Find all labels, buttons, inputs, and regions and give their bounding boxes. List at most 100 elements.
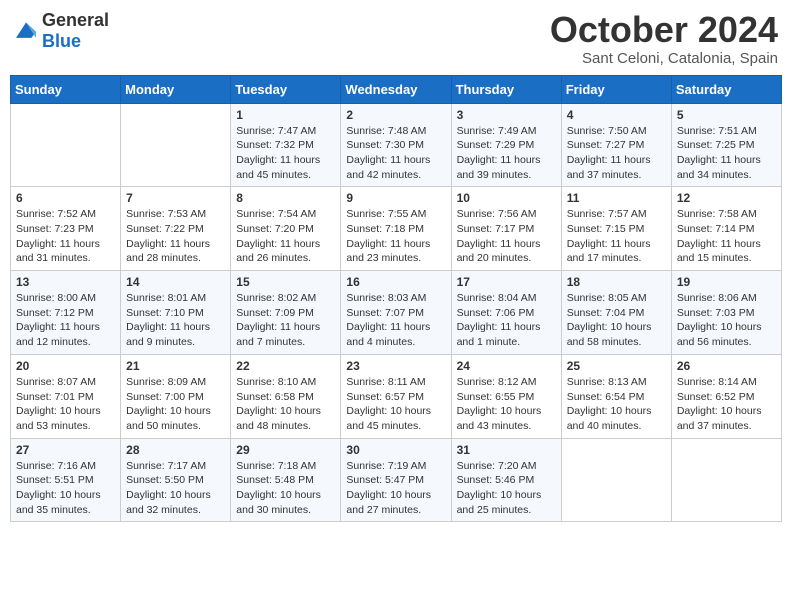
- day-info: Sunrise: 7:57 AMSunset: 7:15 PMDaylight:…: [567, 207, 666, 266]
- calendar-cell: 4 Sunrise: 7:50 AMSunset: 7:27 PMDaylight…: [561, 103, 671, 187]
- day-number: 31: [457, 443, 556, 457]
- weekday-header-saturday: Saturday: [671, 75, 781, 103]
- day-number: 28: [126, 443, 225, 457]
- day-info: Sunrise: 7:54 AMSunset: 7:20 PMDaylight:…: [236, 207, 335, 266]
- calendar-cell: 3Sunrise: 7:49 AMSunset: 7:29 PMDaylight…: [451, 103, 561, 187]
- calendar-cell: 27 Sunrise: 7:16 AMSunset: 5:51 PMDayligh…: [11, 438, 121, 522]
- day-info: Sunrise: 8:00 AMSunset: 7:12 PMDaylight:…: [16, 291, 115, 350]
- day-number: 13: [16, 275, 115, 289]
- calendar-cell: 7Sunrise: 7:53 AMSunset: 7:22 PMDaylight…: [121, 187, 231, 271]
- weekday-header-row: SundayMondayTuesdayWednesdayThursdayFrid…: [11, 75, 782, 103]
- calendar-cell: 18Sunrise: 8:05 AMSunset: 7:04 PMDayligh…: [561, 271, 671, 355]
- calendar-cell: 11 Sunrise: 7:57 AMSunset: 7:15 PMDayligh…: [561, 187, 671, 271]
- day-number: 17: [457, 275, 556, 289]
- day-info: Sunrise: 7:48 AMSunset: 7:30 PMDaylight:…: [346, 124, 445, 183]
- calendar-cell: 23Sunrise: 8:11 AMSunset: 6:57 PMDayligh…: [341, 354, 451, 438]
- weekday-header-tuesday: Tuesday: [231, 75, 341, 103]
- calendar-cell: 21 Sunrise: 8:09 AMSunset: 7:00 PMDayligh…: [121, 354, 231, 438]
- day-number: 14: [126, 275, 225, 289]
- day-info: Sunrise: 8:05 AMSunset: 7:04 PMDaylight:…: [567, 291, 666, 350]
- logo: General Blue: [14, 10, 109, 52]
- weekday-header-sunday: Sunday: [11, 75, 121, 103]
- calendar-week-3: 13 Sunrise: 8:00 AMSunset: 7:12 PMDayligh…: [11, 271, 782, 355]
- calendar-cell: 14Sunrise: 8:01 AMSunset: 7:10 PMDayligh…: [121, 271, 231, 355]
- day-number: 29: [236, 443, 335, 457]
- calendar-week-2: 6 Sunrise: 7:52 AMSunset: 7:23 PMDaylight…: [11, 187, 782, 271]
- day-info: Sunrise: 8:14 AMSunset: 6:52 PMDaylight:…: [677, 375, 776, 434]
- day-number: 30: [346, 443, 445, 457]
- calendar-cell: 16Sunrise: 8:03 AMSunset: 7:07 PMDayligh…: [341, 271, 451, 355]
- day-info: Sunrise: 7:50 AMSunset: 7:27 PMDaylight:…: [567, 124, 666, 183]
- day-info: Sunrise: 7:18 AMSunset: 5:48 PMDaylight:…: [236, 459, 335, 518]
- day-info: Sunrise: 8:10 AMSunset: 6:58 PMDaylight:…: [236, 375, 335, 434]
- day-number: 22: [236, 359, 335, 373]
- day-info: Sunrise: 8:02 AMSunset: 7:09 PMDaylight:…: [236, 291, 335, 350]
- calendar-cell: 15Sunrise: 8:02 AMSunset: 7:09 PMDayligh…: [231, 271, 341, 355]
- calendar-cell: 26 Sunrise: 8:14 AMSunset: 6:52 PMDayligh…: [671, 354, 781, 438]
- calendar-cell: 5 Sunrise: 7:51 AMSunset: 7:25 PMDaylight…: [671, 103, 781, 187]
- calendar-cell: 17 Sunrise: 8:04 AMSunset: 7:06 PMDayligh…: [451, 271, 561, 355]
- calendar-cell: 20 Sunrise: 8:07 AMSunset: 7:01 PMDayligh…: [11, 354, 121, 438]
- calendar-cell: [11, 103, 121, 187]
- day-info: Sunrise: 7:20 AMSunset: 5:46 PMDaylight:…: [457, 459, 556, 518]
- title-block: October 2024 Sant Celoni, Catalonia, Spa…: [550, 10, 778, 67]
- calendar-cell: 13 Sunrise: 8:00 AMSunset: 7:12 PMDayligh…: [11, 271, 121, 355]
- day-number: 11: [567, 191, 666, 205]
- calendar-table: SundayMondayTuesdayWednesdayThursdayFrid…: [10, 75, 782, 523]
- day-number: 5: [677, 108, 776, 122]
- day-number: 4: [567, 108, 666, 122]
- weekday-header-wednesday: Wednesday: [341, 75, 451, 103]
- calendar-cell: 2 Sunrise: 7:48 AMSunset: 7:30 PMDaylight…: [341, 103, 451, 187]
- day-info: Sunrise: 7:51 AMSunset: 7:25 PMDaylight:…: [677, 124, 776, 183]
- weekday-header-thursday: Thursday: [451, 75, 561, 103]
- day-number: 21: [126, 359, 225, 373]
- day-info: Sunrise: 8:06 AMSunset: 7:03 PMDaylight:…: [677, 291, 776, 350]
- logo-general: General: [42, 10, 109, 30]
- day-number: 9: [346, 191, 445, 205]
- logo-blue: Blue: [42, 31, 81, 51]
- day-info: Sunrise: 7:16 AMSunset: 5:51 PMDaylight:…: [16, 459, 115, 518]
- calendar-cell: 24Sunrise: 8:12 AMSunset: 6:55 PMDayligh…: [451, 354, 561, 438]
- day-info: Sunrise: 7:55 AMSunset: 7:18 PMDaylight:…: [346, 207, 445, 266]
- day-info: Sunrise: 7:58 AMSunset: 7:14 PMDaylight:…: [677, 207, 776, 266]
- day-info: Sunrise: 7:47 AMSunset: 7:32 PMDaylight:…: [236, 124, 335, 183]
- day-number: 27: [16, 443, 115, 457]
- calendar-cell: 22 Sunrise: 8:10 AMSunset: 6:58 PMDayligh…: [231, 354, 341, 438]
- month-title: October 2024: [550, 10, 778, 50]
- day-number: 1: [236, 108, 335, 122]
- day-number: 16: [346, 275, 445, 289]
- calendar-cell: 28Sunrise: 7:17 AMSunset: 5:50 PMDayligh…: [121, 438, 231, 522]
- calendar-week-1: 1 Sunrise: 7:47 AMSunset: 7:32 PMDaylight…: [11, 103, 782, 187]
- day-number: 25: [567, 359, 666, 373]
- day-info: Sunrise: 7:49 AMSunset: 7:29 PMDaylight:…: [457, 124, 556, 183]
- day-number: 26: [677, 359, 776, 373]
- day-number: 20: [16, 359, 115, 373]
- calendar-week-4: 20 Sunrise: 8:07 AMSunset: 7:01 PMDayligh…: [11, 354, 782, 438]
- location-title: Sant Celoni, Catalonia, Spain: [550, 50, 778, 67]
- day-number: 12: [677, 191, 776, 205]
- day-info: Sunrise: 8:09 AMSunset: 7:00 PMDaylight:…: [126, 375, 225, 434]
- day-number: 6: [16, 191, 115, 205]
- day-info: Sunrise: 8:07 AMSunset: 7:01 PMDaylight:…: [16, 375, 115, 434]
- day-number: 23: [346, 359, 445, 373]
- day-number: 2: [346, 108, 445, 122]
- day-info: Sunrise: 8:13 AMSunset: 6:54 PMDaylight:…: [567, 375, 666, 434]
- calendar-cell: 8Sunrise: 7:54 AMSunset: 7:20 PMDaylight…: [231, 187, 341, 271]
- calendar-cell: 6 Sunrise: 7:52 AMSunset: 7:23 PMDaylight…: [11, 187, 121, 271]
- day-number: 19: [677, 275, 776, 289]
- day-number: 24: [457, 359, 556, 373]
- day-info: Sunrise: 7:19 AMSunset: 5:47 PMDaylight:…: [346, 459, 445, 518]
- day-info: Sunrise: 8:04 AMSunset: 7:06 PMDaylight:…: [457, 291, 556, 350]
- calendar-cell: 19 Sunrise: 8:06 AMSunset: 7:03 PMDayligh…: [671, 271, 781, 355]
- calendar-cell: 25 Sunrise: 8:13 AMSunset: 6:54 PMDayligh…: [561, 354, 671, 438]
- day-info: Sunrise: 7:53 AMSunset: 7:22 PMDaylight:…: [126, 207, 225, 266]
- calendar-cell: 1 Sunrise: 7:47 AMSunset: 7:32 PMDaylight…: [231, 103, 341, 187]
- weekday-header-monday: Monday: [121, 75, 231, 103]
- calendar-cell: [121, 103, 231, 187]
- day-info: Sunrise: 7:56 AMSunset: 7:17 PMDaylight:…: [457, 207, 556, 266]
- calendar-cell: 9 Sunrise: 7:55 AMSunset: 7:18 PMDaylight…: [341, 187, 451, 271]
- day-info: Sunrise: 7:52 AMSunset: 7:23 PMDaylight:…: [16, 207, 115, 266]
- calendar-cell: 29 Sunrise: 7:18 AMSunset: 5:48 PMDayligh…: [231, 438, 341, 522]
- calendar-cell: 31 Sunrise: 7:20 AMSunset: 5:46 PMDayligh…: [451, 438, 561, 522]
- calendar-cell: [561, 438, 671, 522]
